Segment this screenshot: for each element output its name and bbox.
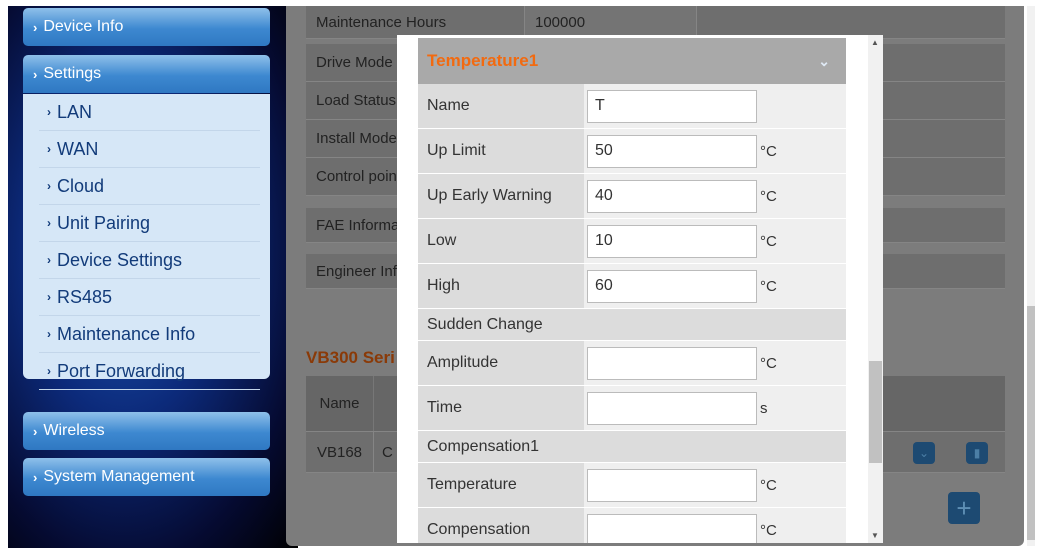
scrollbar-thumb[interactable]	[1027, 306, 1035, 540]
nav-label: Device Info	[43, 18, 124, 35]
field-up-limit: Up Limit °C	[418, 129, 846, 174]
scroll-down-icon[interactable]: ▼	[871, 531, 879, 540]
chevron-right-icon: ›	[33, 19, 38, 35]
item-label: Port Forwarding	[57, 360, 186, 381]
unit-label: °C	[760, 187, 777, 205]
compensation-input[interactable]	[587, 513, 757, 543]
field-label: Time	[418, 386, 584, 430]
low-input[interactable]	[587, 224, 757, 258]
field-label: Low	[418, 219, 584, 263]
page-scrollbar[interactable]	[1027, 6, 1035, 546]
field-temperature: Temperature °C	[418, 463, 846, 508]
chevron-right-icon: ›	[47, 253, 51, 267]
chevron-right-icon: ›	[33, 423, 38, 439]
chevron-right-icon: ›	[47, 364, 51, 378]
chevron-right-icon: ›	[33, 469, 38, 485]
row-label: Maintenance Hours	[306, 6, 525, 38]
chevron-right-icon: ›	[47, 105, 51, 119]
nav-label: System Management	[43, 468, 195, 485]
field-label: Compensation	[418, 508, 584, 543]
item-label: Device Settings	[57, 249, 183, 270]
field-label: Temperature	[418, 463, 584, 507]
temperature-modal: Temperature1 ⌄ Name Up Limit °C Up Early W…	[397, 35, 883, 543]
up-early-warning-input[interactable]	[587, 179, 757, 213]
unit-label: °C	[760, 277, 777, 295]
unit-label: °C	[760, 354, 777, 372]
item-label: Maintenance Info	[57, 323, 196, 344]
field-label: High	[418, 264, 584, 308]
unit-label: °C	[760, 232, 777, 250]
field-compensation: Compensation °C	[418, 508, 846, 543]
name-input[interactable]	[587, 89, 757, 123]
chevron-right-icon: ›	[47, 216, 51, 230]
chevron-right-icon: ›	[47, 327, 51, 341]
unit-label: °C	[760, 476, 777, 494]
temperature-input[interactable]	[587, 468, 757, 502]
chevron-down-icon[interactable]: ⌄	[818, 53, 830, 70]
edit-icon[interactable]: ⌄	[913, 442, 935, 464]
field-low: Low °C	[418, 219, 846, 264]
panel-header[interactable]: Temperature1 ⌄	[418, 38, 846, 84]
amplitude-input[interactable]	[587, 346, 757, 380]
chevron-right-icon: ›	[33, 66, 38, 82]
panel-title: Temperature1	[427, 51, 539, 70]
item-label: WAN	[57, 138, 99, 159]
sidebar-item-device-settings[interactable]: › Device Settings	[39, 242, 260, 279]
time-input[interactable]	[587, 391, 757, 425]
add-button[interactable]: +	[948, 492, 980, 524]
section-sudden-change: Sudden Change	[418, 309, 846, 341]
item-label: LAN	[57, 101, 93, 122]
nav-system-management[interactable]: › System Management	[23, 458, 270, 496]
row-value: 100000	[525, 6, 697, 38]
nav-label: Wireless	[43, 422, 105, 439]
chevron-right-icon: ›	[47, 179, 51, 193]
temperature-panel: Temperature1 ⌄ Name Up Limit °C Up Early W…	[418, 38, 846, 543]
item-label: Unit Pairing	[57, 212, 151, 233]
field-time: Time s	[418, 386, 846, 431]
high-input[interactable]	[587, 269, 757, 303]
sidebar-item-port-forwarding[interactable]: › Port Forwarding	[39, 353, 260, 390]
sidebar-item-wan[interactable]: › WAN	[39, 131, 260, 168]
chevron-right-icon: ›	[47, 290, 51, 304]
column-header: Name	[306, 376, 374, 431]
series-title: VB300 Seri	[306, 348, 395, 367]
field-up-early-warning: Up Early Warning °C	[418, 174, 846, 219]
nav-settings[interactable]: › Settings	[23, 55, 270, 93]
sidebar-item-maintenance-info[interactable]: › Maintenance Info	[39, 316, 260, 353]
sidebar-item-lan[interactable]: › LAN	[39, 94, 260, 131]
sidebar-item-cloud[interactable]: › Cloud	[39, 168, 260, 205]
unit-label: °C	[760, 521, 777, 539]
up-limit-input[interactable]	[587, 134, 757, 168]
field-label: Name	[418, 84, 584, 128]
section-compensation: Compensation1	[418, 431, 846, 463]
settings-submenu: › LAN › WAN › Cloud › Unit Pairing › Device S…	[23, 94, 270, 390]
modal-scrollbar[interactable]: ▲ ▼	[868, 35, 883, 543]
item-label: RS485	[57, 286, 113, 307]
field-label: Up Early Warning	[418, 174, 584, 218]
field-label: Amplitude	[418, 341, 584, 385]
sidebar-item-unit-pairing[interactable]: › Unit Pairing	[39, 205, 260, 242]
cell: VB168	[306, 432, 374, 472]
field-label: Up Limit	[418, 129, 584, 173]
scrollbar-thumb[interactable]	[869, 361, 882, 463]
unit-label: °C	[760, 142, 777, 160]
field-name: Name	[418, 84, 846, 129]
item-label: Cloud	[57, 175, 105, 196]
field-amplitude: Amplitude °C	[418, 341, 846, 386]
nav-label: Settings	[43, 65, 102, 82]
chevron-right-icon: ›	[47, 142, 51, 156]
nav-wireless[interactable]: › Wireless	[23, 412, 270, 450]
trash-icon[interactable]: ▮	[966, 442, 988, 464]
cell: C	[382, 443, 393, 461]
sidebar-item-rs485[interactable]: › RS485	[39, 279, 260, 316]
field-high: High °C	[418, 264, 846, 309]
unit-label: s	[760, 399, 768, 417]
nav-device-info[interactable]: › Device Info	[23, 8, 270, 46]
scroll-up-icon[interactable]: ▲	[871, 38, 879, 47]
